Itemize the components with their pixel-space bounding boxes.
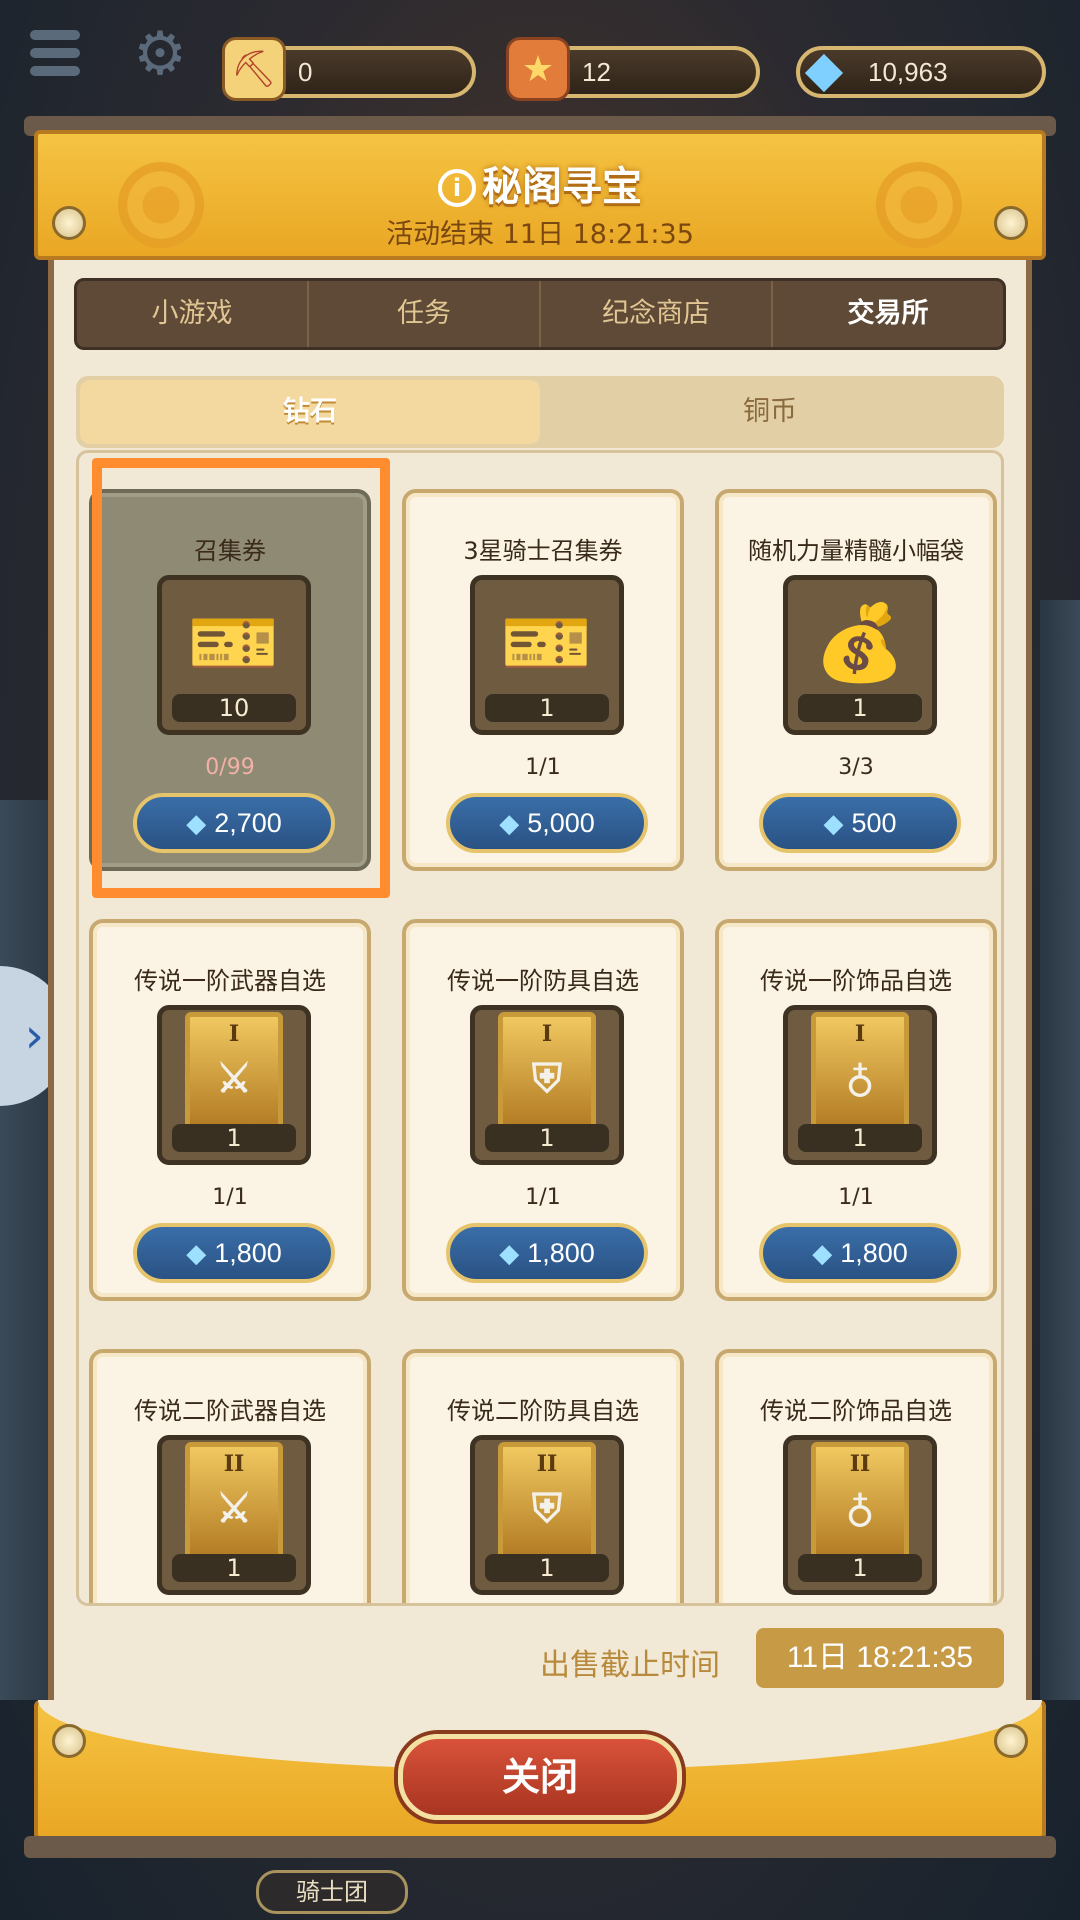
purchase-limit: 1/1 (212, 1185, 248, 1210)
item-qty: 1 (798, 1554, 922, 1582)
currency-tabs: 钻石 铜币 (76, 376, 1004, 448)
tab-souvenir-shop[interactable]: 纪念商店 (541, 281, 773, 347)
purchase-limit: 3/3 (838, 755, 874, 780)
diamond-icon: ◆ (186, 1237, 207, 1268)
shop-item-card[interactable]: 随机力量精髓小幅袋 💰 1 3/3 ◆ 500 (715, 489, 997, 871)
tab-exchange[interactable]: 交易所 (773, 281, 1003, 347)
item-icon-box: I ♁ 1 (783, 1005, 937, 1165)
item-qty: 1 (485, 1124, 609, 1152)
shop-item-card[interactable]: 传说二阶饰品自选 II ♁ 1 (715, 1349, 997, 1603)
buy-button[interactable]: ◆ 1,800 (759, 1223, 961, 1283)
item-icon-box: II ⚔ 1 (157, 1435, 311, 1595)
item-icon-box: I ⛨ 1 (470, 1005, 624, 1165)
ticket-currency[interactable]: ★ 12 (506, 37, 760, 101)
diamond-icon: ◆ (499, 807, 520, 838)
shop-item-card[interactable]: 传说一阶防具自选 I ⛨ 1 1/1 ◆ 1,800 (402, 919, 684, 1301)
tab-missions[interactable]: 任务 (309, 281, 541, 347)
diamond-icon: ◆ (812, 1237, 833, 1268)
purchase-limit: 1/1 (838, 1185, 874, 1210)
item-icon-box: II ⛨ 1 (470, 1435, 624, 1595)
armor-relic-icon: II ⛨ (498, 1442, 596, 1562)
selection-highlight (92, 458, 390, 898)
item-qty: 1 (485, 694, 609, 722)
diamond-icon: ◆ (804, 40, 844, 98)
buy-button[interactable]: ◆ 1,800 (133, 1223, 335, 1283)
knights-guild-label[interactable]: 骑士团 (256, 1870, 408, 1914)
item-qty: 1 (172, 1554, 296, 1582)
buy-button[interactable]: ◆ 5,000 (446, 793, 648, 853)
shop-item-card[interactable]: 传说一阶武器自选 I ⚔ 1 1/1 ◆ 1,800 (89, 919, 371, 1301)
diamond-icon: ◆ (823, 807, 844, 838)
purchase-limit: 1/1 (525, 755, 561, 780)
gold-ticket-icon: 🎫 (500, 599, 594, 686)
item-name: 传说一阶饰品自选 (760, 967, 952, 995)
item-icon-box: 🎫 1 (470, 575, 624, 735)
item-qty: 1 (485, 1554, 609, 1582)
item-qty: 1 (798, 694, 922, 722)
top-hud: ⚙ ⛏ 0 ★ 12 ◆ 10,963 (0, 0, 1080, 120)
bolt-decoration-left (52, 1724, 86, 1758)
shop-item-card[interactable]: 传说二阶防具自选 II ⛨ 1 (402, 1349, 684, 1603)
item-name: 随机力量精髓小幅袋 (748, 537, 964, 565)
shovel-currency[interactable]: ⛏ 0 (222, 37, 476, 101)
accessory-relic-icon: I ♁ (811, 1012, 909, 1132)
shop-item-card[interactable]: 3星骑士召集券 🎫 1 1/1 ◆ 5,000 (402, 489, 684, 871)
item-icon-box: I ⚔ 1 (157, 1005, 311, 1165)
category-tabs: 小游戏 任务 纪念商店 交易所 (74, 278, 1006, 350)
tab-diamond[interactable]: 钻石 (80, 380, 540, 444)
ticket-count: 12 (582, 56, 611, 87)
bolt-decoration-right (994, 1724, 1028, 1758)
item-name: 传说二阶饰品自选 (760, 1397, 952, 1425)
tab-minigame[interactable]: 小游戏 (77, 281, 309, 347)
gear-icon[interactable]: ⚙ (128, 22, 192, 86)
menu-icon[interactable] (30, 30, 80, 76)
item-name: 3星骑士召集券 (463, 537, 623, 565)
close-button[interactable]: 关闭 (398, 1734, 682, 1820)
event-end-time: 活动结束 11日 18:21:35 (386, 219, 694, 250)
item-name: 传说二阶武器自选 (134, 1397, 326, 1425)
panel-frame-bottom (24, 1836, 1056, 1858)
panel-header: i 秘阁寻宝 活动结束 11日 18:21:35 (34, 130, 1046, 260)
diamond-icon: ◆ (499, 1237, 520, 1268)
item-qty: 1 (172, 1124, 296, 1152)
shop-item-card[interactable]: 传说一阶饰品自选 I ♁ 1 1/1 ◆ 1,800 (715, 919, 997, 1301)
purchase-limit: 1/1 (525, 1185, 561, 1210)
armor-relic-icon: I ⛨ (498, 1012, 596, 1132)
item-name: 传说一阶防具自选 (447, 967, 639, 995)
shovel-icon: ⛏ (222, 37, 286, 101)
background-right-edge (1040, 600, 1080, 1700)
item-name: 传说一阶武器自选 (134, 967, 326, 995)
pouch-icon: 💰 (813, 599, 907, 686)
weapon-relic-icon: II ⚔ (185, 1442, 283, 1562)
shop-item-card[interactable]: 传说二阶武器自选 II ⚔ 1 (89, 1349, 371, 1603)
buy-button[interactable]: ◆ 500 (759, 793, 961, 853)
item-icon-box: 💰 1 (783, 575, 937, 735)
info-icon[interactable]: i (438, 169, 476, 207)
weapon-relic-icon: I ⚔ (185, 1012, 283, 1132)
tab-copper[interactable]: 铜币 (540, 380, 1000, 444)
item-name: 传说二阶防具自选 (447, 1397, 639, 1425)
sale-deadline-value: 11日 18:21:35 (756, 1628, 1004, 1688)
panel-title: i 秘阁寻宝 (38, 154, 1042, 212)
diamond-count: 10,963 (868, 56, 948, 87)
sale-deadline-label: 出售截止时间 (540, 1648, 720, 1683)
buy-button[interactable]: ◆ 1,800 (446, 1223, 648, 1283)
diamond-currency[interactable]: ◆ 10,963 (796, 40, 1046, 98)
shovel-count: 0 (298, 56, 313, 87)
item-icon-box: II ♁ 1 (783, 1435, 937, 1595)
star-ticket-icon: ★ (506, 37, 570, 101)
accessory-relic-icon: II ♁ (811, 1442, 909, 1562)
item-qty: 1 (798, 1124, 922, 1152)
